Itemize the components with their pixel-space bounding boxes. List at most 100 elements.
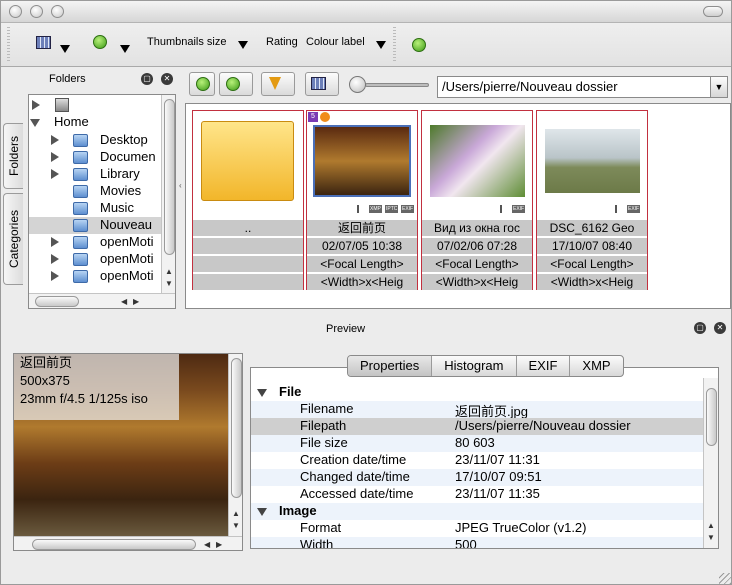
expand-icon[interactable] — [51, 237, 59, 247]
sort-dropdown-icon[interactable] — [120, 45, 130, 53]
minimize-window-button[interactable] — [30, 5, 43, 18]
thumbnail-cell-3[interactable]: EXIF DSC_6162 Geo 17/10/07 08:40 <Focal … — [536, 110, 648, 290]
expand-icon[interactable] — [32, 100, 40, 110]
property-row[interactable]: Width 500 — [251, 537, 703, 548]
zoom-slider-knob[interactable] — [349, 76, 366, 93]
view-mode-button[interactable] — [305, 72, 339, 96]
thumbnail-cell-parent[interactable]: .. — [192, 110, 304, 290]
folder-icon — [201, 121, 294, 201]
tree-item-movies[interactable]: Movies — [29, 183, 161, 200]
toolbar-toggle-button[interactable] — [703, 6, 723, 17]
group-file[interactable]: File — [251, 384, 703, 401]
scroll-up-icon[interactable]: ▲ — [232, 509, 240, 518]
tree-item-documents[interactable]: Documen — [29, 149, 161, 166]
property-row[interactable]: Format JPEG TrueColor (v1.2) — [251, 520, 703, 537]
sort-button[interactable] — [219, 72, 253, 96]
preview-panel-title: Preview — [326, 323, 366, 335]
scroll-up-icon[interactable]: ▲ — [165, 267, 173, 276]
preview-horizontal-scrollbar[interactable]: ◀ ▶ — [14, 536, 242, 550]
tree-item-openmoti-2[interactable]: openMoti — [29, 251, 161, 268]
tab-exif[interactable]: EXIF — [517, 356, 571, 376]
colour-label-menu[interactable]: Colour label — [306, 36, 365, 48]
filter-button[interactable] — [261, 72, 295, 96]
scroll-thumb[interactable] — [164, 99, 175, 255]
thumbnail-grid[interactable]: .. 5 XMP IPTC EXIF 返回前页 02/07/05 10:38 <… — [185, 103, 731, 309]
tree-item-desktop[interactable]: Desktop — [29, 132, 161, 149]
collapse-icon[interactable] — [30, 119, 40, 127]
view-mode-icon[interactable] — [36, 36, 51, 49]
scroll-thumb[interactable] — [32, 539, 196, 550]
toolbar-grip — [7, 27, 10, 63]
rating-menu[interactable]: Rating — [266, 36, 298, 48]
tab-properties[interactable]: Properties — [348, 356, 433, 376]
scroll-right-icon[interactable]: ▶ — [216, 540, 222, 549]
float-panel-icon[interactable]: ▢ — [694, 322, 706, 334]
tree-item-nouveau[interactable]: Nouveau — [29, 217, 161, 234]
scroll-thumb[interactable] — [35, 296, 79, 307]
tab-categories[interactable]: Categories — [3, 193, 23, 285]
zoom-window-button[interactable] — [51, 5, 64, 18]
tree-item-library[interactable]: Library — [29, 166, 161, 183]
property-row[interactable]: File size 80 603 — [251, 435, 703, 452]
tree-horizontal-scrollbar[interactable]: ◀ ▶ — [29, 293, 175, 308]
close-panel-icon[interactable]: ✕ — [161, 73, 173, 85]
tab-xmp[interactable]: XMP — [570, 356, 622, 376]
splitter-handle-icon[interactable]: ‹ — [179, 181, 182, 190]
tab-folders[interactable]: Folders — [3, 123, 23, 189]
property-row[interactable]: Creation date/time 23/11/07 11:31 — [251, 452, 703, 469]
tree-item-music[interactable]: Music — [29, 200, 161, 217]
path-field[interactable]: /Users/pierre/Nouveau dossier — [437, 76, 728, 98]
sort-arrows-icon[interactable] — [93, 35, 107, 49]
expand-icon[interactable] — [51, 135, 59, 145]
resize-grip-icon[interactable] — [719, 573, 731, 584]
properties-tabs: Properties Histogram EXIF XMP — [347, 355, 624, 377]
thumbnail-cell-1[interactable]: 5 XMP IPTC EXIF 返回前页 02/07/05 10:38 <Foc… — [306, 110, 418, 290]
tab-histogram[interactable]: Histogram — [432, 356, 517, 376]
zoom-slider[interactable] — [365, 83, 429, 87]
preview-image-pane[interactable]: 返回前页 500x375 23mm f/4.5 1/125s iso ▲ ▼ ◀… — [13, 353, 243, 551]
tree-item-openmoti-3[interactable]: openMoti — [29, 268, 161, 285]
expand-icon[interactable] — [51, 254, 59, 264]
colour-label-dropdown-icon[interactable] — [376, 41, 386, 49]
property-row[interactable]: Filepath/Users/pierre/Nouveau dossier — [251, 418, 703, 435]
refresh-button[interactable] — [189, 72, 215, 96]
expand-icon[interactable] — [51, 152, 59, 162]
expand-icon[interactable] — [51, 169, 59, 179]
scroll-down-icon[interactable]: ▼ — [707, 533, 715, 542]
tree-vertical-scrollbar[interactable]: ▲ ▼ — [161, 95, 175, 293]
scroll-down-icon[interactable]: ▼ — [232, 521, 240, 530]
scroll-thumb[interactable] — [231, 358, 242, 498]
properties-vertical-scrollbar[interactable]: ▲ ▼ — [703, 378, 718, 548]
tree-item-drive[interactable] — [29, 97, 161, 114]
float-panel-icon[interactable]: ▢ — [141, 73, 153, 85]
scroll-left-icon[interactable]: ◀ — [204, 540, 210, 549]
property-row[interactable]: Accessed date/time 23/11/07 11:35 — [251, 486, 703, 503]
tree-item-home[interactable]: Home — [29, 114, 161, 131]
scroll-thumb[interactable] — [706, 388, 717, 446]
scroll-up-icon[interactable]: ▲ — [707, 521, 715, 530]
collapse-icon[interactable] — [257, 508, 267, 516]
thumbnail-cell-2[interactable]: EXIF Вид из окна гос 07/02/06 07:28 <Foc… — [421, 110, 533, 290]
close-window-button[interactable] — [9, 5, 22, 18]
scroll-right-icon[interactable]: ▶ — [133, 297, 139, 306]
close-panel-icon[interactable]: ✕ — [714, 322, 726, 334]
preview-vertical-scrollbar[interactable]: ▲ ▼ — [228, 354, 242, 536]
expand-icon[interactable] — [51, 271, 59, 281]
mini-icon — [615, 205, 617, 213]
property-row[interactable]: Changed date/time 17/10/07 09:51 — [251, 469, 703, 486]
scroll-left-icon[interactable]: ◀ — [121, 297, 127, 306]
path-dropdown-button[interactable]: ▼ — [710, 76, 728, 98]
mini-icon — [500, 205, 502, 213]
view-mode-dropdown-icon[interactable] — [60, 45, 70, 53]
folder-icon — [73, 202, 88, 215]
group-image[interactable]: Image — [251, 503, 703, 520]
scroll-down-icon[interactable]: ▼ — [165, 279, 173, 288]
folder-tree[interactable]: Home Desktop Documen Library Movies Musi… — [28, 94, 176, 309]
property-row[interactable]: Filename 返回前页.jpg — [251, 401, 703, 419]
refresh-icon[interactable] — [412, 38, 426, 52]
collapse-icon[interactable] — [257, 389, 267, 397]
thumbnails-size-menu[interactable]: Thumbnails size — [147, 36, 226, 48]
thumbnails-size-dropdown-icon[interactable] — [238, 41, 248, 49]
thumbnail-image — [313, 125, 411, 197]
tree-item-openmoti-1[interactable]: openMoti — [29, 234, 161, 251]
